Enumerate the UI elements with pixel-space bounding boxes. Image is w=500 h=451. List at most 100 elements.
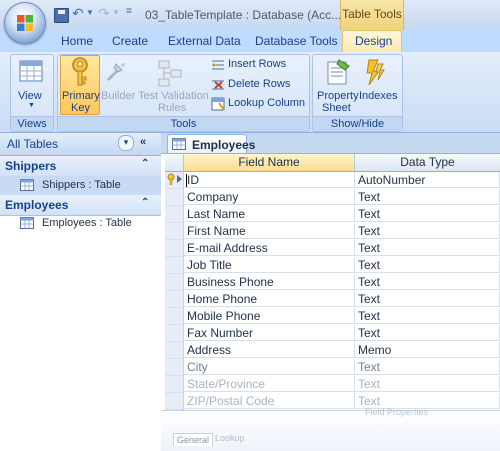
primary-key-row-icon [167, 173, 182, 185]
data-type-cell[interactable]: Text [355, 376, 500, 392]
row-selector[interactable] [165, 325, 184, 342]
row-selector[interactable] [165, 240, 184, 257]
table-icon [20, 179, 34, 191]
field-name-cell[interactable]: Fax Number [184, 325, 355, 341]
undo-icon[interactable]: ↶ [72, 5, 84, 22]
tab-database-tools[interactable]: Database Tools [255, 34, 338, 48]
nav-group-employees-label: Employees [5, 198, 69, 212]
data-type-cell[interactable]: Text [355, 325, 500, 341]
field-name-cell[interactable]: ID [184, 172, 355, 188]
lookup-column-button[interactable]: Lookup Column [228, 97, 305, 109]
tab-general[interactable]: General [173, 433, 214, 446]
tools-caption: Tools [58, 116, 309, 131]
row-selector[interactable] [165, 359, 184, 376]
field-name-cell[interactable]: Business Phone [184, 274, 355, 290]
view-dropdown-icon[interactable]: ▼ [28, 102, 35, 109]
data-type-cell[interactable]: Text [355, 359, 500, 375]
field-name-cell[interactable]: Home Phone [184, 291, 355, 307]
undo-dropdown-icon[interactable]: ▼ [86, 8, 94, 17]
property-sheet-icon[interactable] [325, 58, 351, 86]
column-header-field-name[interactable]: Field Name [184, 154, 355, 172]
field-name-cell[interactable]: Last Name [184, 206, 355, 222]
data-type-cell[interactable]: Text [355, 206, 500, 222]
table-icon [20, 217, 34, 229]
field-name-cell[interactable]: Job Title [184, 257, 355, 273]
nav-pane-header[interactable]: All Tables ▾ « [0, 133, 161, 156]
data-type-cell[interactable]: Text [355, 308, 500, 324]
row-selector[interactable] [165, 308, 184, 325]
tab-home[interactable]: Home [61, 34, 93, 48]
office-logo-icon [17, 15, 33, 31]
tab-lookup[interactable]: Lookup [215, 433, 245, 443]
builder-icon[interactable] [104, 60, 128, 84]
redo-dropdown-icon[interactable]: ▼ [112, 8, 120, 17]
datasheet-view-icon[interactable] [19, 60, 43, 82]
document-tab-employees[interactable]: Employees [167, 134, 255, 154]
redo-icon[interactable]: ↷ [98, 5, 110, 22]
nav-item-shippers-label: Shippers : Table [42, 179, 121, 191]
row-selector[interactable] [165, 274, 184, 291]
nav-menu-dropdown-icon[interactable]: ▾ [118, 135, 134, 151]
data-type-cell[interactable]: Memo [355, 342, 500, 358]
save-icon[interactable] [54, 8, 69, 23]
field-name-cell[interactable]: ZIP/Postal Code [184, 393, 355, 409]
test-validation-label-1[interactable]: Test Validation [138, 90, 209, 102]
row-selector[interactable] [165, 206, 184, 223]
field-name-cell[interactable]: First Name [184, 223, 355, 239]
field-properties-label: Field Properties [365, 407, 429, 417]
nav-item-employees-table[interactable]: Employees : Table [0, 214, 161, 233]
indexes-icon[interactable] [364, 58, 386, 86]
property-sheet-label-1[interactable]: Property [317, 90, 359, 102]
collapse-employees-icon[interactable]: ⌃ [141, 197, 149, 208]
window-title: 03_TableTemplate : Database (Acc... [145, 8, 342, 22]
row-selector[interactable] [165, 393, 184, 410]
show-hide-caption: Show/Hide [313, 116, 402, 131]
row-selector[interactable] [165, 257, 184, 274]
data-type-cell[interactable]: Text [355, 274, 500, 290]
field-name-cell[interactable]: E-mail Address [184, 240, 355, 256]
delete-rows-button[interactable]: Delete Rows [228, 78, 290, 90]
table-tools-context-tab: Table Tools [340, 0, 404, 30]
nav-group-shippers[interactable]: Shippers ⌃ [0, 156, 161, 177]
data-type-cell[interactable]: Text [355, 240, 500, 256]
data-type-cell[interactable]: Text [355, 223, 500, 239]
row-selector[interactable] [165, 189, 184, 206]
tab-external-data[interactable]: External Data [168, 34, 241, 48]
primary-key-label-1: Primary [62, 90, 100, 102]
data-type-cell[interactable]: AutoNumber [355, 172, 500, 188]
data-type-cell[interactable]: Text [355, 291, 500, 307]
data-type-cell[interactable]: Text [355, 257, 500, 273]
field-name-cell[interactable]: State/Province [184, 376, 355, 392]
tab-create[interactable]: Create [112, 34, 148, 48]
nav-pane-title: All Tables [7, 137, 59, 151]
row-selector[interactable] [165, 376, 184, 393]
office-button[interactable] [4, 2, 46, 44]
nav-item-shippers-table[interactable]: Shippers : Table [0, 176, 161, 195]
indexes-button[interactable]: Indexes [359, 90, 398, 102]
view-button[interactable]: View [18, 90, 42, 102]
field-name-cell[interactable]: Company [184, 189, 355, 205]
collapse-shippers-icon[interactable]: ⌃ [141, 158, 149, 169]
insert-rows-button[interactable]: Insert Rows [228, 58, 286, 70]
shutter-bar-close-icon[interactable]: « [140, 136, 146, 148]
document-tab-label: Employees [192, 138, 256, 152]
nav-group-shippers-label: Shippers [5, 159, 57, 173]
customize-toolbar-icon[interactable]: = [126, 6, 132, 17]
test-validation-rules-icon[interactable] [157, 59, 183, 87]
row-selector[interactable] [165, 223, 184, 240]
row-selector[interactable] [165, 342, 184, 359]
tab-design[interactable]: Design [355, 34, 392, 48]
field-properties-pane: Field Properties General Lookup [161, 407, 500, 451]
lookup-column-icon [211, 97, 225, 111]
data-type-cell[interactable]: Text [355, 189, 500, 205]
property-sheet-label-2: Sheet [322, 102, 351, 114]
field-name-cell[interactable]: City [184, 359, 355, 375]
table-icon [172, 138, 186, 150]
builder-button[interactable]: Builder [101, 90, 135, 102]
row-selector[interactable] [165, 291, 184, 308]
field-name-cell[interactable]: Address [184, 342, 355, 358]
test-validation-label-2: Rules [158, 102, 187, 114]
column-header-data-type[interactable]: Data Type [355, 154, 500, 172]
nav-group-employees[interactable]: Employees ⌃ [0, 195, 161, 216]
field-name-cell[interactable]: Mobile Phone [184, 308, 355, 324]
